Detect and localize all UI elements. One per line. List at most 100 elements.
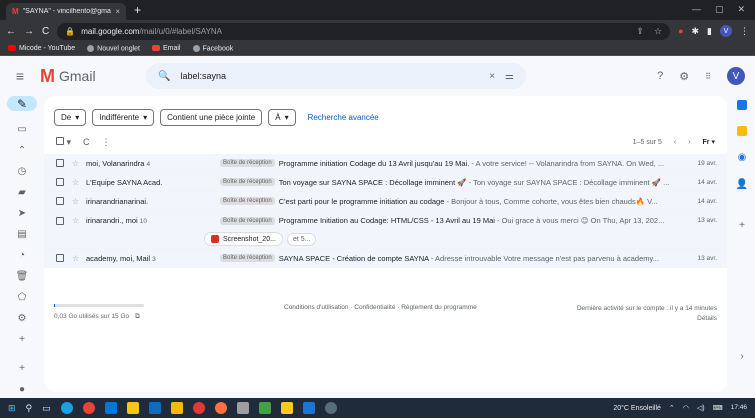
row-checkbox[interactable] [56,197,64,205]
main-menu-icon[interactable]: ≡ [0,68,40,84]
mail-icon[interactable] [148,402,161,414]
footer-links[interactable]: Conditions d'utilisation · Confidentiali… [284,304,477,311]
bookmark-item[interactable]: Nouvel onglet [87,44,140,52]
reload-icon[interactable]: C [42,26,49,37]
label-badge[interactable]: Boîte de réception [220,159,275,167]
clear-search-icon[interactable]: × [489,71,495,82]
profile-avatar[interactable]: V [720,25,732,37]
keyboard-icon[interactable]: ⌨ [713,404,723,412]
read-state-filter-chip[interactable]: Indifférente ▾ [92,109,155,126]
meet-icon[interactable]: ● [19,383,25,396]
edge-icon[interactable] [60,402,73,414]
to-filter-chip[interactable]: À ▾ [268,109,296,126]
from-filter-chip[interactable]: De ▾ [54,109,87,126]
app-icon[interactable] [214,402,227,414]
email-row[interactable]: ☆ L'Equipe SAYNA Acad. Boîte de réceptio… [44,173,727,192]
search-options-icon[interactable]: ⚌ [505,71,514,82]
windows-start-icon[interactable]: ⊞ [8,403,16,414]
prev-page-icon[interactable]: ‹ [674,139,676,146]
help-icon[interactable]: ? [657,70,663,82]
contacts-icon[interactable]: 👤 [736,179,748,190]
next-page-icon[interactable]: › [688,139,690,146]
email-row[interactable]: ☆ moi, Volanarindra 4 Boîte de réception… [44,154,727,173]
row-checkbox[interactable] [56,159,64,167]
row-checkbox[interactable] [56,216,64,225]
details-link[interactable]: Détails [577,314,717,324]
star-icon[interactable]: ☆ [72,197,86,206]
wifi-icon[interactable]: ◠ [683,404,689,412]
back-icon[interactable]: ← [6,26,16,37]
app-icon[interactable] [170,402,183,414]
search-icon[interactable]: 🔍 [158,71,170,82]
drafts-icon[interactable]: ▤ [17,228,26,241]
weather-text[interactable]: 20°C Ensoleillé [613,405,661,412]
star-icon[interactable]: ☆ [72,254,86,263]
browser-tab[interactable]: M "SAYNA" - vincilhento@gmail.co × [6,3,126,20]
star-icon[interactable]: ☆ [72,159,86,168]
get-addons-icon[interactable]: + [739,220,745,231]
minimize-icon[interactable]: — [692,4,701,15]
bookmark-item[interactable]: Email [151,45,181,52]
label-badge[interactable]: Boîte de réception [220,197,275,205]
more-options-icon[interactable]: ⋮ [102,137,111,148]
keep-icon[interactable] [737,126,747,136]
app-icon[interactable] [258,402,271,414]
vscode-icon[interactable] [302,402,315,414]
settings-icon[interactable]: ⚙ [679,70,689,83]
volume-icon[interactable]: ◁) [697,404,705,412]
tasks-icon[interactable]: ◉ [738,152,747,163]
advanced-search-link[interactable]: Recherche avancée [308,113,379,122]
forward-icon[interactable]: → [24,26,34,37]
task-view-icon[interactable]: ▭ [42,403,51,414]
star-icon[interactable]: ☆ [72,216,86,225]
attachment-filter-chip[interactable]: Contient une pièce jointe [160,109,263,126]
scheduled-icon[interactable]: ◔ [19,249,25,262]
input-tools-button[interactable]: Fr ▾ [703,138,715,146]
sent-icon[interactable]: ➤ [18,207,26,220]
compose-button[interactable]: ✎ [7,96,37,111]
store-icon[interactable] [104,402,117,414]
refresh-icon[interactable]: C [83,137,90,147]
important-icon[interactable]: ▰ [18,186,26,199]
chrome-menu-icon[interactable]: ⋮ [740,26,749,37]
clock[interactable]: 17:46 [731,404,747,412]
search-bar[interactable]: 🔍 label:sayna × ⚌ [146,63,526,89]
explorer-icon[interactable] [126,402,139,414]
inbox-icon[interactable]: ▭ [17,123,26,136]
app-icon[interactable] [280,402,293,414]
email-row[interactable]: ☆ academy, moi, Mail 3 Boîte de réceptio… [44,249,727,268]
bookmark-star-icon[interactable]: ☆ [654,26,662,37]
new-tab-button[interactable]: + [134,3,141,17]
star-icon[interactable]: ☆ [72,178,86,187]
expand-panel-icon[interactable]: › [740,351,743,362]
account-avatar[interactable]: V [727,67,745,85]
create-label-icon[interactable]: + [19,333,25,346]
attachment-chip[interactable]: Screenshot_20... [204,232,283,246]
app-icon[interactable] [236,402,249,414]
calendar-icon[interactable] [737,100,747,110]
snoozed-icon[interactable]: ◷ [18,165,27,178]
search-icon[interactable]: ⚲ [26,403,33,414]
url-field[interactable]: 🔒 mail.google.com/mail/u/0/#label/SAYNA … [57,22,671,40]
bookmark-item[interactable]: Facebook [192,44,233,52]
label-badge[interactable]: Boîte de réception [220,216,275,225]
search-input[interactable]: label:sayna [180,71,479,81]
bookmark-item[interactable]: Micode - YouTube [8,45,75,52]
sidebar-icon[interactable]: ▮ [707,26,712,37]
add-space-icon[interactable]: + [19,362,25,375]
email-row[interactable]: ☆ irinarandri., moi 10 Boîte de réceptio… [44,211,727,230]
chrome-icon[interactable] [82,402,95,414]
manage-labels-icon[interactable]: ⚙ [18,312,27,325]
row-checkbox[interactable] [56,254,64,262]
gmail-logo[interactable]: M Gmail [40,66,140,87]
row-checkbox[interactable] [56,178,64,186]
select-all-checkbox[interactable] [56,136,64,145]
maximize-icon[interactable]: ▢ [715,4,724,15]
opera-icon[interactable] [192,402,205,414]
puzzle-icon[interactable]: ✱ [692,26,700,37]
label-icon[interactable]: ⬠ [18,291,27,304]
apps-icon[interactable]: ⠿ [705,72,711,81]
up-arrow-icon[interactable]: ⌃ [669,404,675,412]
label-badge[interactable]: Boîte de réception [220,254,275,262]
share-icon[interactable]: ⇪ [636,26,644,37]
